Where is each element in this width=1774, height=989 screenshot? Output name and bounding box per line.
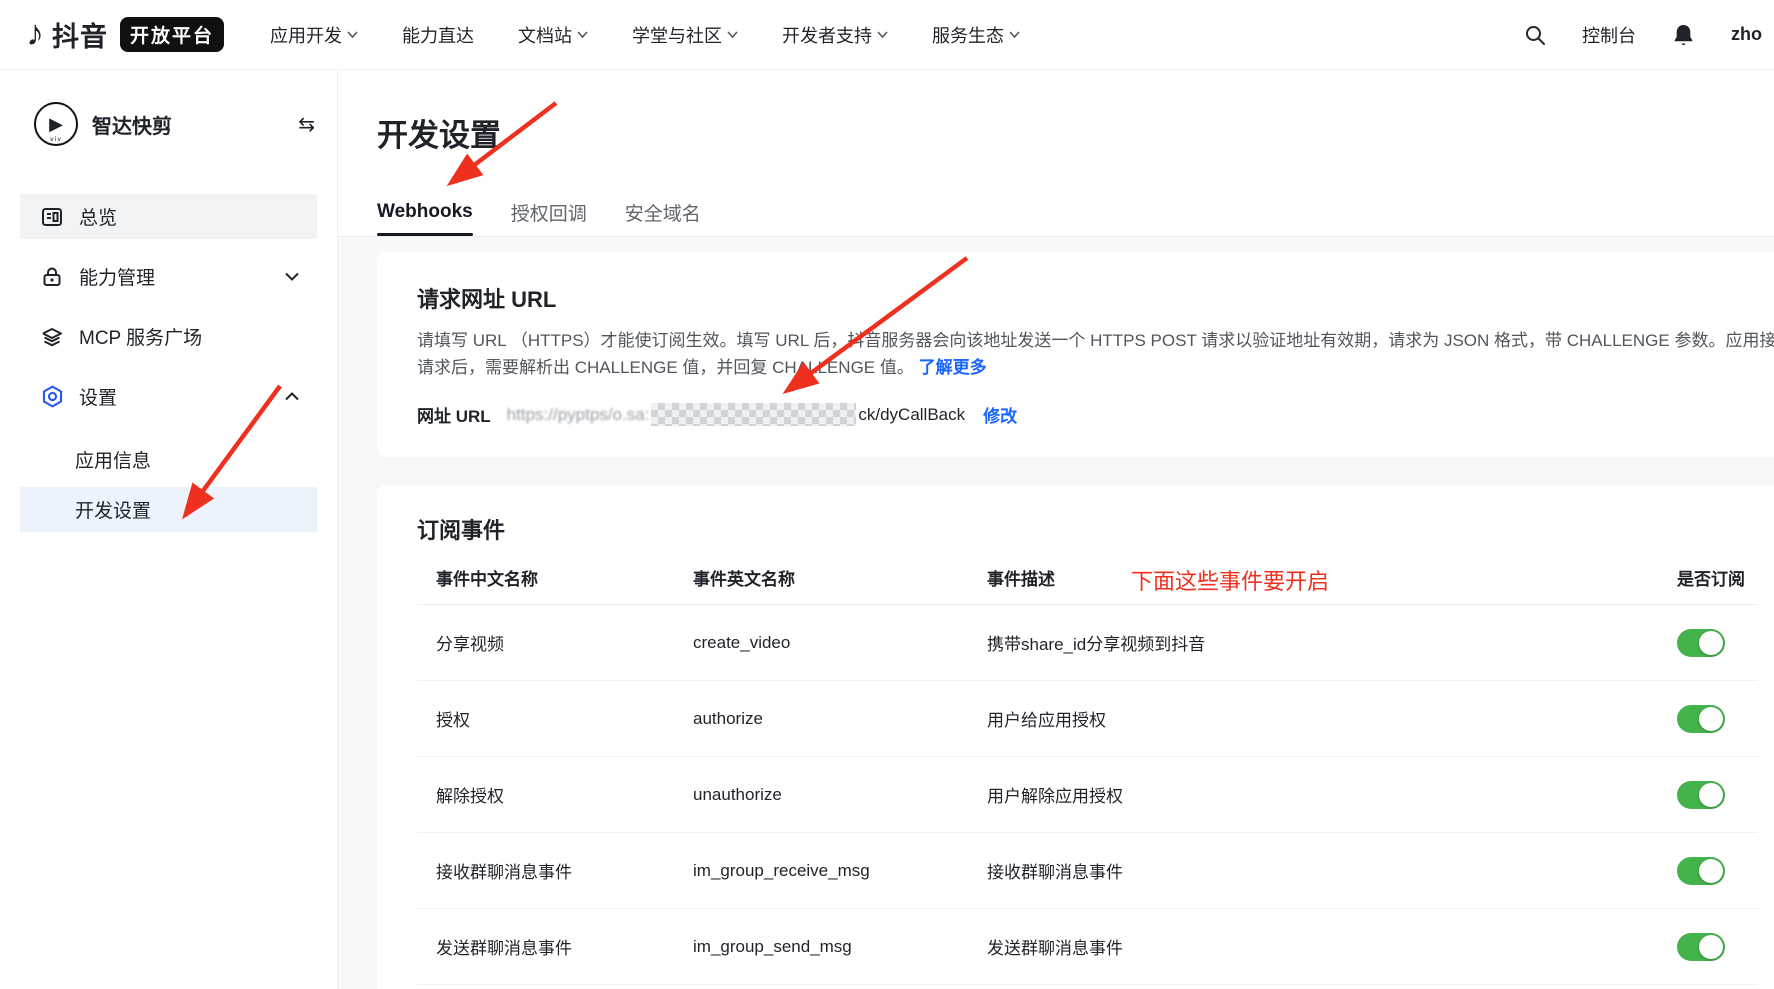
col-header-subscribed: 是否订阅: [1677, 565, 1745, 590]
tab-webhooks[interactable]: Webhooks: [377, 188, 473, 236]
table-row: 发送群聊消息事件 im_group_send_msg 发送群聊消息事件: [417, 909, 1758, 985]
subscribe-toggle[interactable]: [1677, 781, 1725, 809]
url-desc-line2: 请求后，需要解析出 CHALLENGE 值，并回复 CHALLENGE 值。 了…: [417, 354, 1758, 381]
app-name: 智达快剪: [92, 110, 284, 139]
chevron-up-icon: [285, 392, 299, 401]
content-area: 请求网址 URL 请填写 URL （HTTPS）才能使订阅生效。填写 URL 后…: [338, 237, 1774, 989]
open-platform-badge: 开放平台: [120, 17, 224, 52]
layers-icon: [39, 324, 65, 350]
console-link[interactable]: 控制台: [1582, 22, 1636, 48]
chevron-down-icon: [285, 272, 299, 281]
event-en-name: authorize: [693, 709, 987, 729]
nav-item-ability[interactable]: 能力直达: [402, 22, 474, 48]
table-row: 分享视频 create_video 携带share_id分享视频到抖音: [417, 605, 1758, 681]
subscribe-toggle[interactable]: [1677, 705, 1725, 733]
col-header-desc: 事件描述: [987, 565, 1677, 590]
event-desc: 用户给应用授权: [987, 706, 1677, 731]
table-row: 接收群聊消息事件 im_group_receive_msg 接收群聊消息事件: [417, 833, 1758, 909]
caret-down-icon: [1009, 31, 1020, 38]
brand-name: 抖音: [52, 15, 108, 54]
table-row: 授权 authorize 用户给应用授权: [417, 681, 1758, 757]
url-desc-line1: 请填写 URL （HTTPS）才能使订阅生效。填写 URL 后，抖音服务器会向该…: [417, 327, 1758, 354]
primary-nav: 应用开发 能力直达 文档站 学堂与社区 开发者支持 服务生态: [270, 22, 1020, 48]
app-header: ▶ ⅴⅰⅴ 智达快剪 ⇆: [0, 70, 337, 146]
sidebar-item-overview[interactable]: 总览: [20, 194, 317, 239]
event-en-name: create_video: [693, 633, 987, 653]
subscribed-events-heading: 订阅事件: [417, 513, 1758, 545]
event-cn-name: 分享视频: [436, 630, 693, 655]
douyin-note-icon: ♪: [26, 15, 44, 51]
gear-icon: [39, 384, 65, 410]
col-header-en-name: 事件英文名称: [693, 565, 987, 590]
page-header: 开发设置 Webhooks 授权回调 安全域名: [338, 70, 1774, 237]
nav-item-support[interactable]: 开发者支持: [782, 22, 888, 48]
sidebar: ▶ ⅴⅰⅴ 智达快剪 ⇆ 总览 能力管理 MCP 服务广场: [0, 70, 338, 989]
page-title: 开发设置: [377, 110, 1774, 155]
nav-item-app-dev[interactable]: 应用开发: [270, 22, 358, 48]
event-cn-name: 授权: [436, 706, 693, 731]
caret-down-icon: [347, 31, 358, 38]
col-header-cn-name: 事件中文名称: [436, 565, 693, 590]
sidebar-item-settings[interactable]: 设置: [20, 374, 317, 419]
top-navbar: ♪ 抖音 开放平台 应用开发 能力直达 文档站 学堂与社区 开发者支持 服务生态: [0, 0, 1774, 70]
url-label: 网址 URL: [417, 402, 491, 427]
brand-logo[interactable]: ♪ 抖音 开放平台: [26, 15, 224, 54]
overview-icon: [39, 204, 65, 230]
subscribe-toggle[interactable]: [1677, 629, 1725, 657]
lock-icon: [39, 264, 65, 290]
learn-more-link[interactable]: 了解更多: [919, 358, 987, 377]
search-icon[interactable]: [1524, 24, 1546, 46]
event-en-name: im_group_send_msg: [693, 937, 987, 957]
modify-url-link[interactable]: 修改: [983, 402, 1017, 427]
event-desc: 发送群聊消息事件: [987, 934, 1677, 959]
event-en-name: unauthorize: [693, 785, 987, 805]
sidebar-item-app-info[interactable]: 应用信息: [20, 437, 317, 482]
sidebar-item-capabilities[interactable]: 能力管理: [20, 254, 317, 299]
nav-item-ecosystem[interactable]: 服务生态: [932, 22, 1020, 48]
event-desc: 携带share_id分享视频到抖音: [987, 630, 1677, 655]
red-annotation-text: 下面这些事件要开启: [1131, 564, 1329, 596]
table-row: 解除授权 unauthorize 用户解除应用授权: [417, 757, 1758, 833]
nav-item-community[interactable]: 学堂与社区: [632, 22, 738, 48]
url-visible-end: ck/dyCallBack: [858, 405, 965, 424]
events-table-header: 事件中文名称 事件英文名称 事件描述 是否订阅 下面这些事件要开启: [417, 551, 1758, 605]
event-cn-name: 解除授权: [436, 782, 693, 807]
url-value: https://pyptps/o.sa: ck/dyCallBack: [507, 403, 965, 426]
subscribed-events-card: 订阅事件 事件中文名称 事件英文名称 事件描述 是否订阅 下面这些事件要开启 分…: [377, 485, 1774, 989]
event-desc: 接收群聊消息事件: [987, 858, 1677, 883]
tab-safe-domains[interactable]: 安全域名: [625, 188, 701, 236]
url-mosaic-censor: [651, 403, 856, 426]
event-cn-name: 发送群聊消息事件: [436, 934, 693, 959]
url-censored-start: https://pyptps/o.sa:: [507, 405, 650, 424]
app-logo-icon: ▶ ⅴⅰⅴ: [34, 102, 78, 146]
event-desc: 用户解除应用授权: [987, 782, 1677, 807]
event-cn-name: 接收群聊消息事件: [436, 858, 693, 883]
notifications-bell-icon[interactable]: [1672, 23, 1695, 47]
request-url-heading: 请求网址 URL: [417, 282, 1758, 314]
user-name[interactable]: zho: [1731, 24, 1762, 45]
caret-down-icon: [577, 31, 588, 38]
event-en-name: im_group_receive_msg: [693, 861, 987, 881]
sidebar-item-dev-settings[interactable]: 开发设置: [20, 487, 317, 532]
subscribe-toggle[interactable]: [1677, 857, 1725, 885]
caret-down-icon: [727, 31, 738, 38]
url-row: 网址 URL https://pyptps/o.sa: ck/dyCallBack…: [417, 402, 1758, 427]
tab-bar: Webhooks 授权回调 安全域名: [377, 188, 701, 236]
tab-auth-callback[interactable]: 授权回调: [511, 188, 587, 236]
nav-item-docs[interactable]: 文档站: [518, 22, 588, 48]
subscribe-toggle[interactable]: [1677, 933, 1725, 961]
sidebar-item-mcp-market[interactable]: MCP 服务广场: [20, 314, 317, 359]
caret-down-icon: [877, 31, 888, 38]
navbar-right: 控制台 zho: [1524, 22, 1762, 48]
main-area: 开发设置 Webhooks 授权回调 安全域名 请求网址 URL 请填写 URL…: [338, 70, 1774, 989]
request-url-card: 请求网址 URL 请填写 URL （HTTPS）才能使订阅生效。填写 URL 后…: [377, 252, 1774, 457]
sidebar-menu: 总览 能力管理 MCP 服务广场 设置 应用信息 开发设置: [0, 194, 337, 532]
sidebar-collapse-icon[interactable]: ⇆: [298, 112, 315, 137]
